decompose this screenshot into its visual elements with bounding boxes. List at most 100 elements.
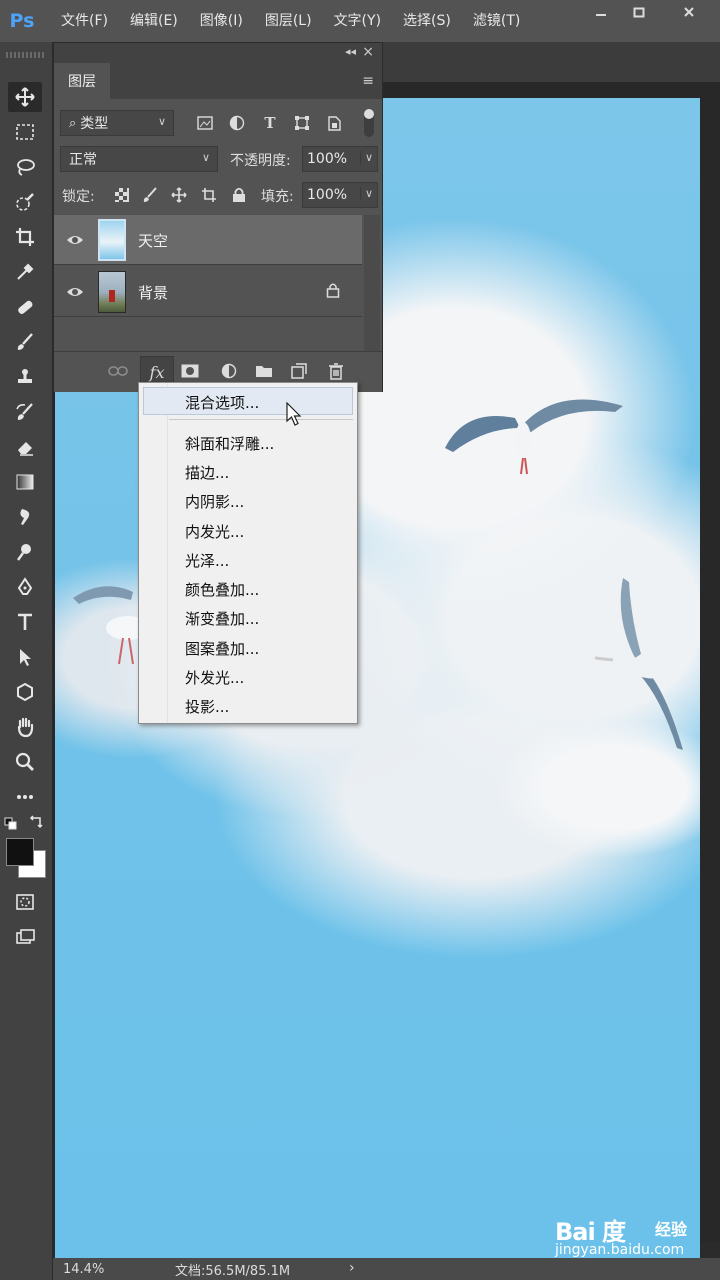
menu-select[interactable]: 选择(S) [392,0,462,42]
tools-panel [0,42,53,1280]
menu-item-drop-shadow[interactable]: 投影... [185,696,229,717]
blend-mode-value: 正常 [69,152,97,168]
lock-all-icon[interactable] [229,185,249,205]
link-icon[interactable] [106,360,130,382]
layer-style-menu: 混合选项... 斜面和浮雕... 描边... 内阴影... 内发光... 光泽.… [138,382,358,724]
close-icon[interactable] [672,0,706,24]
tab-layers[interactable]: 图层 [54,63,110,99]
layers-panel: ◂◂ × 图层 ≡ ⌕ 类型 ∨ T 正常 ∨ 不透明度: 100% ∨ 锁定: [53,42,383,392]
toolbar-grip[interactable] [6,52,46,58]
menu-item-bevel-emboss[interactable]: 斜面和浮雕... [185,433,274,454]
fill-field[interactable]: 100% ∨ [302,182,378,208]
path-select-icon[interactable] [8,642,42,672]
foreground-color-swatch[interactable] [6,838,34,866]
panel-menu-icon[interactable]: ≡ [362,73,374,89]
menu-layer[interactable]: 图层(L) [254,0,323,42]
blend-mode-dropdown[interactable]: 正常 ∨ [60,146,218,172]
lock-transparent-pixels-icon[interactable] [112,185,132,205]
screen-mode-icon[interactable] [8,922,42,952]
menu-item-pattern-overlay[interactable]: 图案叠加... [185,638,259,659]
lock-artboard-icon[interactable] [199,185,219,205]
type-icon[interactable] [8,607,42,637]
menu-item-inner-shadow[interactable]: 内阴影... [185,491,244,512]
eye-icon[interactable] [66,283,84,301]
hand-icon[interactable] [8,712,42,742]
status-menu-arrow-icon[interactable]: › [349,1260,355,1276]
menu-edit[interactable]: 编辑(E) [119,0,189,42]
menu-separator [169,419,353,420]
menu-image[interactable]: 图像(I) [189,0,254,42]
healing-icon[interactable] [8,292,42,322]
pixel-filter-icon[interactable] [194,112,216,134]
eye-icon[interactable] [66,231,84,249]
menu-item-satin[interactable]: 光泽... [185,550,229,571]
layer-filter-dropdown[interactable]: ⌕ 类型 ∨ [60,110,174,136]
layer-name[interactable]: 天空 [138,230,168,251]
marquee-icon[interactable] [8,117,42,147]
adjustment-filter-icon[interactable] [226,112,248,134]
restore-icon[interactable] [622,0,656,24]
menu-item-stroke[interactable]: 描边... [185,462,229,483]
lasso-icon[interactable] [8,152,42,182]
move-icon[interactable] [8,82,42,112]
lock-icon[interactable] [326,282,340,298]
menu-item-blending-options[interactable]: 混合选项... [185,392,259,413]
menu-item-outer-glow[interactable]: 外发光... [185,667,244,688]
history-brush-icon[interactable] [8,397,42,427]
eraser-icon[interactable] [8,432,42,462]
close-panel-icon[interactable]: × [362,44,374,60]
menu-filter[interactable]: 滤镜(T) [462,0,531,42]
menu-file[interactable]: 文件(F) [50,0,119,42]
filter-kind-value: 类型 [80,116,109,132]
panel-header[interactable] [54,43,382,63]
fill-value: 100% [307,187,348,203]
crop-icon[interactable] [8,222,42,252]
chevron-down-icon[interactable]: ∨ [359,151,373,164]
new-layer-icon[interactable] [287,360,311,382]
smart-object-filter-icon[interactable] [323,112,345,134]
menu-item-inner-glow[interactable]: 内发光... [185,521,244,542]
chevron-down-icon: ∨ [157,115,166,128]
lock-position-icon[interactable] [169,185,189,205]
filter-toggle-switch[interactable] [364,109,374,137]
lock-image-pixels-icon[interactable] [140,185,160,205]
layer-thumbnail[interactable] [98,271,126,313]
collapse-panel-icon[interactable]: ◂◂ [345,45,356,58]
quick-mask-icon[interactable] [8,887,42,917]
layer-name[interactable]: 背景 [138,282,168,303]
shape-icon[interactable] [8,677,42,707]
gradient-icon[interactable] [8,467,42,497]
minimize-icon[interactable] [584,0,618,24]
zoom-level[interactable]: 14.4% [53,1262,133,1277]
menu-item-gradient-overlay[interactable]: 渐变叠加... [185,608,259,629]
chevron-down-icon[interactable]: ∨ [359,187,373,200]
menu-item-color-overlay[interactable]: 颜色叠加... [185,579,259,600]
layer-row[interactable]: 天空 [54,215,362,265]
type-filter-icon[interactable]: T [259,112,281,134]
blur-icon[interactable] [8,502,42,532]
trash-icon[interactable] [324,360,348,382]
person-figure [109,290,115,302]
lock-label: 锁定: [62,189,95,205]
stamp-icon[interactable] [8,362,42,392]
zoom-icon[interactable] [8,747,42,777]
mask-icon[interactable] [178,360,202,382]
swap-colors-icon[interactable] [28,814,44,830]
shape-filter-icon[interactable] [291,112,313,134]
menu-type[interactable]: 文字(Y) [323,0,392,42]
group-folder-icon[interactable] [252,360,276,382]
opacity-field[interactable]: 100% ∨ [302,146,378,172]
quick-select-icon[interactable] [8,187,42,217]
layer-row[interactable]: 背景 [54,267,362,317]
search-icon: ⌕ [69,115,77,131]
adjustment-icon[interactable] [217,360,241,382]
more-icon[interactable] [8,782,42,812]
layers-scrollbar[interactable] [364,215,380,357]
dodge-icon[interactable] [8,537,42,567]
default-colors-icon[interactable] [4,816,18,830]
pen-icon[interactable] [8,572,42,602]
layer-thumbnail[interactable] [98,219,126,261]
brush-icon[interactable] [8,327,42,357]
opacity-value: 100% [307,151,348,167]
eyedropper-icon[interactable] [8,257,42,287]
